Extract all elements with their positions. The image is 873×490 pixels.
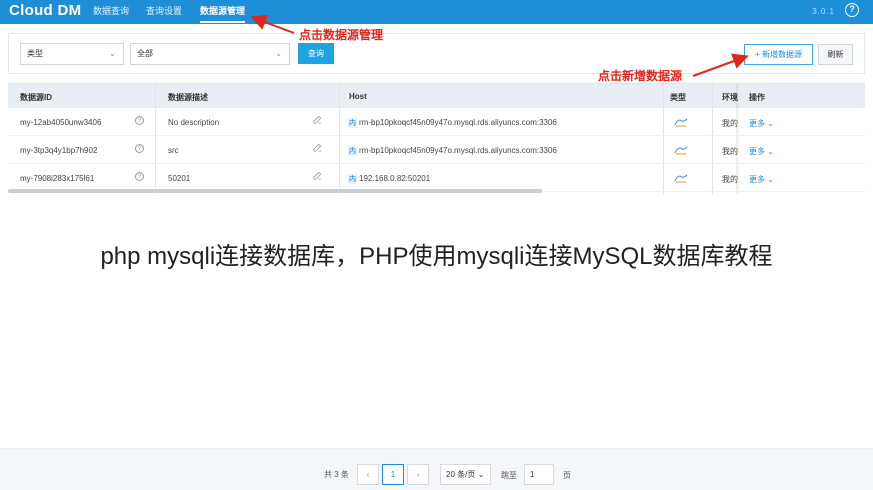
annotation-add-note: 点击新增数据源 (598, 69, 683, 83)
datasource-host: 内 rm-bp10pkoqcf45n09y47o.mysql.rds.aliyun… (348, 118, 557, 128)
datasource-id: my-7908i283x175l61 (20, 174, 95, 183)
scope-select-value: 全部 (137, 49, 153, 58)
datasource-desc: No description (168, 118, 220, 127)
table-row: my-12ab4050unw3406 ? No description 内 rm-… (8, 108, 865, 136)
chevron-down-icon: ⌄ (275, 49, 282, 58)
column-header-type: 类型 (670, 93, 686, 102)
intranet-tag: 内 (348, 118, 357, 128)
scope-select[interactable]: 全部 ⌄ (130, 43, 290, 65)
host-address: rm-bp10pkoqcf45n09y47o.mysql.rds.aliyunc… (359, 118, 557, 127)
next-page-button[interactable]: › (407, 464, 429, 485)
mysql-logo-icon (674, 174, 688, 183)
horizontal-scrollbar[interactable] (8, 189, 542, 193)
datasource-id: my-3tp3q4y1bp7h902 (20, 146, 98, 155)
intranet-tag: 内 (348, 174, 357, 184)
version-label: 3.0.1 (812, 7, 835, 16)
jump-label: 跳至 (501, 471, 517, 480)
question-circle-icon[interactable]: ? (135, 116, 144, 125)
refresh-button[interactable]: 刷新 (818, 44, 853, 65)
mysql-logo-icon (674, 118, 688, 127)
nav-query-settings[interactable]: 查询设置 (146, 4, 182, 17)
chevron-down-icon: ⌄ (109, 49, 116, 58)
question-circle-icon[interactable]: ? (845, 3, 859, 17)
table-row: my-3tp3q4y1bp7h902 ? src 内 rm-bp10pkoqcf4… (8, 136, 865, 164)
host-address: 192.168.0.82:50201 (359, 174, 431, 183)
top-nav-bar: Cloud DM 数据查询 查询设置 数据源管理 3.0.1 ? (0, 0, 873, 24)
add-datasource-button[interactable]: + 新增数据源 (744, 44, 813, 65)
mysql-logo-icon (674, 146, 688, 155)
article-title-overlay: php mysqli连接数据库，PHP使用mysqli连接MySQL数据库教程 (100, 243, 773, 270)
question-circle-icon[interactable]: ? (135, 172, 144, 181)
column-header-actions: 操作 (749, 93, 765, 102)
total-count: 共 3 条 (324, 470, 349, 479)
datasource-desc: 50201 (168, 174, 191, 183)
edit-icon[interactable] (313, 115, 322, 124)
annotation-nav-note: 点击数据源管理 (299, 28, 384, 42)
jump-page-input[interactable]: 1 (524, 464, 554, 485)
column-header-host: Host (349, 92, 367, 101)
nav-data-query[interactable]: 数据查询 (93, 4, 129, 17)
host-address: rm-bp10pkoqcf45n09y47o.mysql.rds.aliyunc… (359, 146, 557, 155)
page-size-select[interactable]: 20 条/页 ⌄ (440, 464, 491, 485)
type-select[interactable]: 类型 ⌄ (20, 43, 124, 65)
prev-page-button[interactable]: ‹ (357, 464, 379, 485)
brand-logo[interactable]: Cloud DM (9, 2, 81, 19)
more-actions-link[interactable]: 更多 ⌄ (749, 174, 774, 185)
nav-datasource-management[interactable]: 数据源管理 (200, 4, 246, 23)
page-suffix: 页 (563, 471, 571, 480)
datasource-desc: src (168, 146, 179, 155)
datasource-host: 内 rm-bp10pkoqcf45n09y47o.mysql.rds.aliyun… (348, 146, 557, 156)
type-select-value: 类型 (27, 49, 43, 58)
pagination-bar: 共 3 条 ‹ 1 › 20 条/页 ⌄ 跳至 1 页 (0, 448, 873, 490)
datasource-table: 数据源ID 数据源描述 Host 类型 环境 操作 my-12ab4050unw… (8, 83, 865, 194)
column-header-desc: 数据源描述 (168, 93, 208, 102)
table-row: my-7908i283x175l61 ? 50201 内 192.168.0.82… (8, 164, 865, 192)
edit-icon[interactable] (313, 143, 322, 152)
datasource-env: 我的 (722, 175, 738, 184)
more-actions-link[interactable]: 更多 ⌄ (749, 118, 774, 129)
edit-icon[interactable] (313, 171, 322, 180)
datasource-env: 我的 (722, 147, 738, 156)
column-header-id: 数据源ID (20, 93, 52, 102)
page-1-button[interactable]: 1 (382, 464, 404, 485)
query-button[interactable]: 查询 (298, 43, 334, 64)
question-circle-icon[interactable]: ? (135, 144, 144, 153)
datasource-env: 我的 (722, 119, 738, 128)
intranet-tag: 内 (348, 146, 357, 156)
datasource-id: my-12ab4050unw3406 (20, 118, 102, 127)
more-actions-link[interactable]: 更多 ⌄ (749, 146, 774, 157)
datasource-host: 内 192.168.0.82:50201 (348, 174, 430, 184)
